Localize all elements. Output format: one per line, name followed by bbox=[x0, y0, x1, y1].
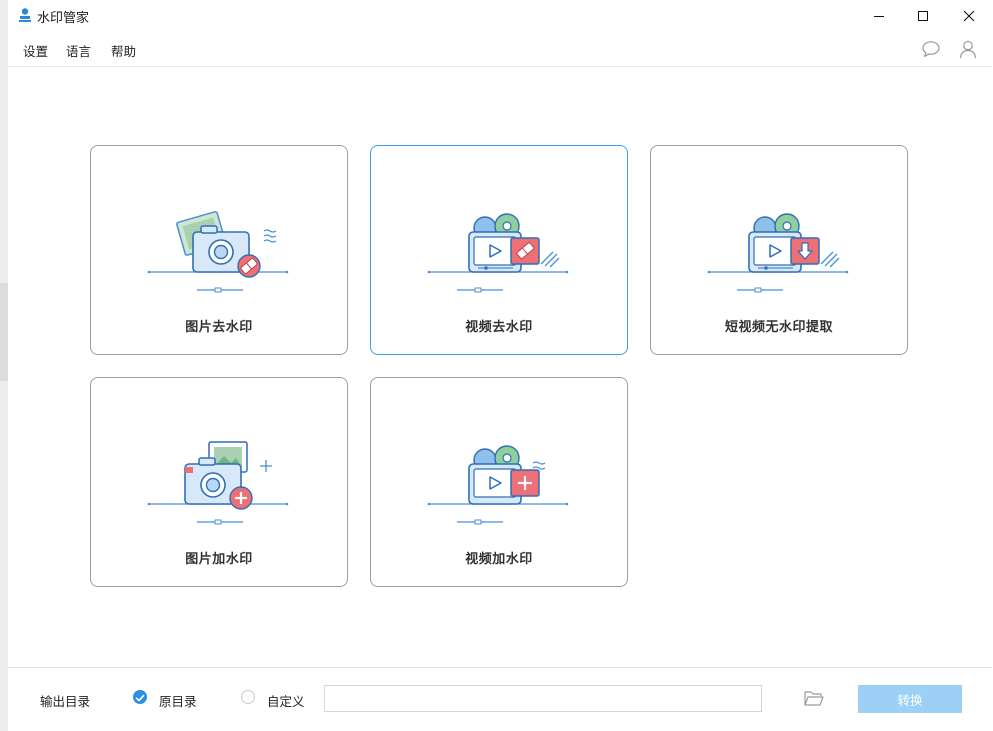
video-player-eraser-icon bbox=[427, 213, 569, 293]
convert-button[interactable]: 转换 bbox=[858, 685, 962, 713]
menu-settings[interactable]: 设置 bbox=[23, 41, 48, 60]
card-label: 图片去水印 bbox=[185, 320, 253, 335]
video-player-add-icon bbox=[427, 445, 569, 525]
close-icon bbox=[963, 10, 975, 21]
chat-bubble-icon[interactable] bbox=[921, 39, 941, 59]
left-window-edge bbox=[0, 0, 8, 731]
title-bar[interactable]: 水印管家 bbox=[8, 0, 992, 31]
card-label: 视频去水印 bbox=[465, 320, 533, 335]
card-photo-add-watermark[interactable]: 图片加水印 bbox=[90, 377, 348, 587]
app-logo-icon bbox=[19, 8, 31, 22]
check-icon bbox=[135, 694, 145, 702]
output-directory-label: 输出目录 bbox=[40, 694, 91, 709]
custom-directory-label: 自定义 bbox=[267, 694, 305, 709]
original-directory-label: 原目录 bbox=[159, 694, 197, 709]
card-label: 视频加水印 bbox=[465, 552, 533, 567]
maximize-button[interactable] bbox=[900, 0, 946, 31]
minimize-button[interactable] bbox=[856, 0, 902, 31]
card-short-video-extract[interactable]: 短视频无水印提取 bbox=[650, 145, 908, 355]
card-photo-remove-watermark[interactable]: 图片去水印 bbox=[90, 145, 348, 355]
minimize-icon bbox=[874, 15, 884, 17]
photo-camera-add-icon bbox=[147, 441, 289, 525]
output-bar: 输出目录 原目录 自定义 转换 bbox=[8, 667, 992, 731]
menu-help[interactable]: 帮助 bbox=[111, 41, 136, 60]
original-directory-radio[interactable] bbox=[133, 690, 147, 704]
card-label: 图片加水印 bbox=[185, 552, 253, 567]
close-button[interactable] bbox=[946, 0, 992, 31]
menu-language[interactable]: 语言 bbox=[66, 41, 91, 60]
window-title: 水印管家 bbox=[37, 11, 90, 26]
maximize-icon bbox=[918, 10, 928, 21]
folder-open-icon[interactable] bbox=[803, 688, 825, 708]
card-video-add-watermark[interactable]: 视频加水印 bbox=[370, 377, 628, 587]
card-video-remove-watermark[interactable]: 视频去水印 bbox=[370, 145, 628, 355]
video-download-icon bbox=[707, 213, 849, 293]
card-label: 短视频无水印提取 bbox=[724, 320, 833, 335]
custom-directory-radio[interactable] bbox=[241, 690, 255, 704]
menu-bar: 设置 语言 帮助 bbox=[8, 31, 992, 67]
photo-camera-eraser-icon bbox=[147, 210, 289, 293]
output-path-input[interactable] bbox=[324, 685, 762, 712]
user-account-icon[interactable] bbox=[958, 39, 978, 59]
